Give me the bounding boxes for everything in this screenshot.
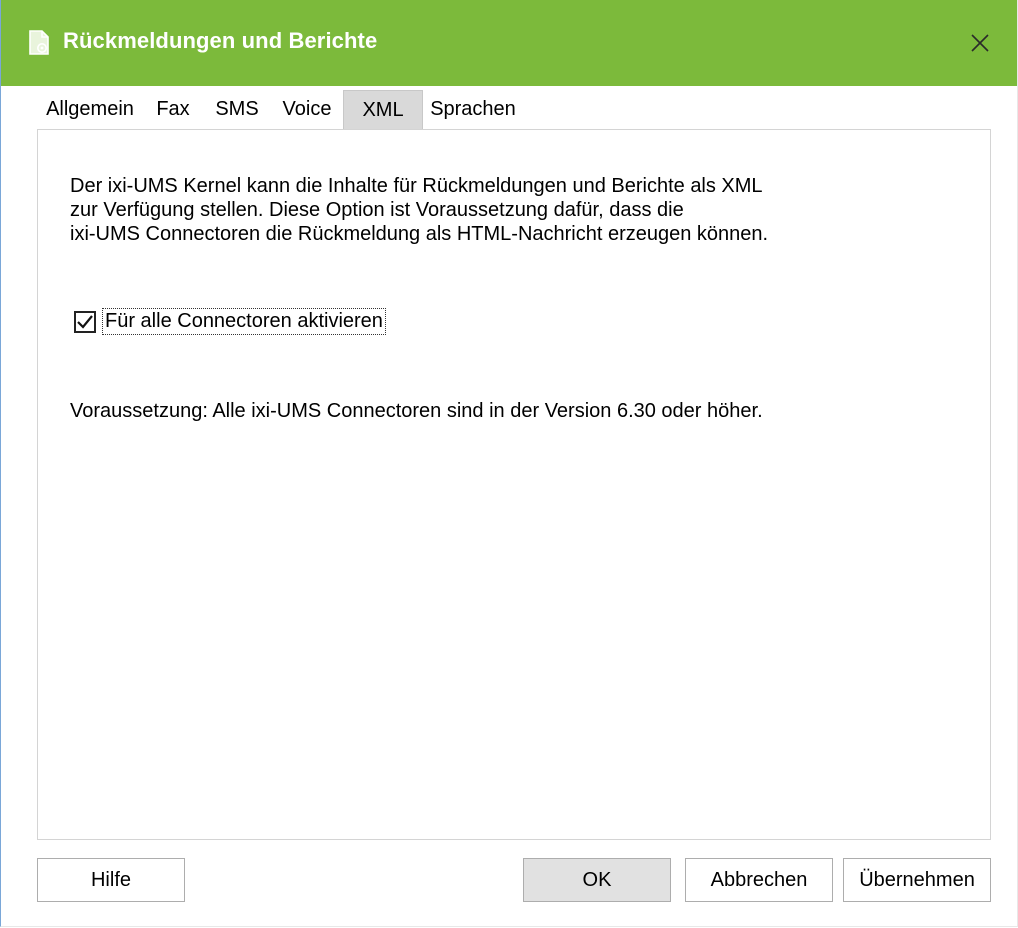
- checkbox-box[interactable]: [74, 310, 96, 333]
- close-button[interactable]: [963, 26, 997, 60]
- tab-xml[interactable]: XML: [343, 90, 423, 130]
- description-line: zur Verfügung stellen. Diese Option ist …: [70, 199, 684, 221]
- help-button[interactable]: Hilfe: [37, 858, 185, 902]
- tab-strip: Allgemein Fax SMS Voice XML Sprachen: [37, 90, 523, 130]
- dialog-window: Rückmeldungen und Berichte Allgemein Fax…: [0, 0, 1018, 927]
- checkbox-label[interactable]: Für alle Connectoren aktivieren: [102, 308, 386, 335]
- close-icon: [971, 34, 989, 52]
- enable-all-connectors-checkbox[interactable]: Für alle Connectoren aktivieren: [74, 308, 386, 335]
- tab-allgemein[interactable]: Allgemein: [37, 90, 143, 128]
- document-settings-icon: [27, 30, 51, 56]
- tab-sms[interactable]: SMS: [203, 90, 271, 128]
- tab-sprachen[interactable]: Sprachen: [423, 90, 523, 128]
- title-bar: Rückmeldungen und Berichte: [1, 0, 1017, 86]
- tab-fax[interactable]: Fax: [143, 90, 203, 128]
- description-text: Der ixi-UMS Kernel kann die Inhalte für …: [70, 174, 970, 246]
- description-line: ixi-UMS Connectoren die Rückmeldung als …: [70, 223, 769, 245]
- cancel-button[interactable]: Abbrechen: [685, 858, 833, 902]
- window-title: Rückmeldungen und Berichte: [63, 28, 378, 53]
- apply-button[interactable]: Übernehmen: [843, 858, 991, 902]
- checkmark-icon: [77, 314, 93, 329]
- prerequisite-text: Voraussetzung: Alle ixi-UMS Connectoren …: [70, 400, 763, 422]
- ok-button[interactable]: OK: [523, 858, 671, 902]
- xml-tab-panel: Der ixi-UMS Kernel kann die Inhalte für …: [37, 129, 991, 840]
- tab-voice[interactable]: Voice: [271, 90, 343, 128]
- description-line: Der ixi-UMS Kernel kann die Inhalte für …: [70, 175, 763, 197]
